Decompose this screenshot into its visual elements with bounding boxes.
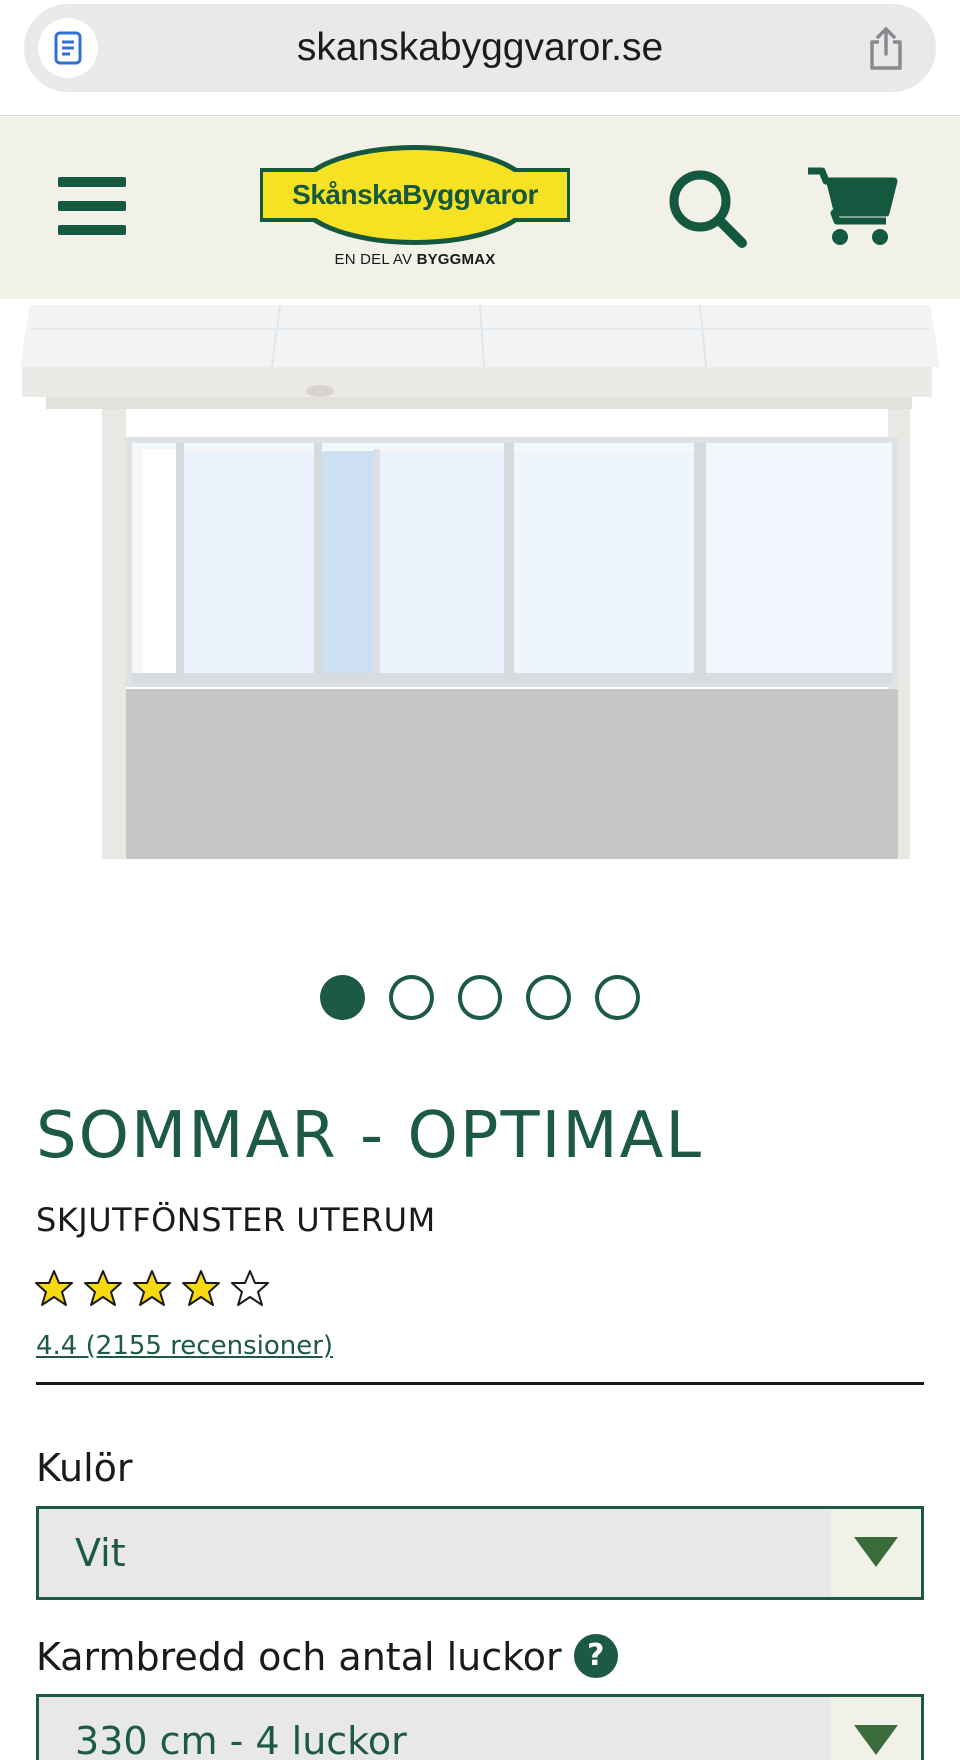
carousel-dots	[320, 975, 640, 1021]
carousel-dot-2[interactable]	[388, 975, 434, 1020]
site-header: SkånskaByggvaror EN DEL AV BYGGMAX	[0, 117, 960, 299]
width-select-arrow[interactable]	[831, 1697, 921, 1760]
color-select-value: Vit	[75, 1531, 126, 1575]
width-select-value: 330 cm - 4 luckor	[75, 1719, 407, 1760]
search-icon	[669, 170, 747, 248]
product-image[interactable]	[0, 299, 960, 859]
menu-button[interactable]	[58, 177, 128, 235]
star-empty-icon	[231, 1270, 269, 1306]
search-button[interactable]	[666, 167, 750, 251]
carousel-dot-5[interactable]	[595, 975, 640, 1020]
logo-wordmark: SkånskaByggvaror	[292, 179, 538, 210]
url-text[interactable]: skanskabyggvaror.se	[124, 4, 836, 92]
star-filled-icon	[182, 1270, 220, 1306]
product-subtitle: SKJUTFÖNSTER UTERUM	[36, 1201, 436, 1239]
color-select[interactable]: Vit	[36, 1506, 924, 1600]
reader-icon	[54, 31, 82, 65]
reviews-link[interactable]: 4.4 (2155 recensioner)	[36, 1328, 333, 1364]
width-label: Karmbredd och antal luckor?	[36, 1632, 618, 1682]
chevron-down-icon	[854, 1537, 898, 1567]
carousel-dot-1[interactable]	[320, 975, 365, 1020]
color-select-arrow[interactable]	[831, 1509, 921, 1597]
cart-button[interactable]	[806, 165, 898, 249]
browser-address-bar: skanskabyggvaror.se	[0, 0, 960, 116]
color-label: Kulör	[36, 1446, 133, 1490]
hamburger-menu-icon	[58, 177, 126, 235]
carousel-dot-4[interactable]	[526, 975, 572, 1020]
star-filled-icon	[35, 1270, 73, 1306]
site-logo[interactable]: SkånskaByggvaror EN DEL AV BYGGMAX	[260, 145, 570, 273]
url-field[interactable]: skanskabyggvaror.se	[24, 4, 936, 92]
width-select[interactable]: 330 cm - 4 luckor	[36, 1694, 924, 1760]
chevron-down-icon	[854, 1725, 898, 1755]
star-filled-icon	[84, 1270, 122, 1306]
reader-button[interactable]	[38, 18, 98, 78]
cart-icon	[808, 167, 898, 245]
star-filled-icon	[133, 1270, 171, 1306]
share-icon	[870, 27, 902, 70]
carousel-dot-3[interactable]	[457, 975, 503, 1020]
product-title: SOMMAR - OPTIMAL	[36, 1099, 704, 1173]
rating-stars	[34, 1268, 270, 1308]
share-button[interactable]	[862, 24, 910, 74]
divider	[36, 1382, 924, 1385]
sunroom-illustration	[20, 304, 940, 859]
question-icon[interactable]: ?	[573, 1633, 618, 1678]
logo-tagline: EN DEL AV BYGGMAX	[334, 251, 496, 268]
